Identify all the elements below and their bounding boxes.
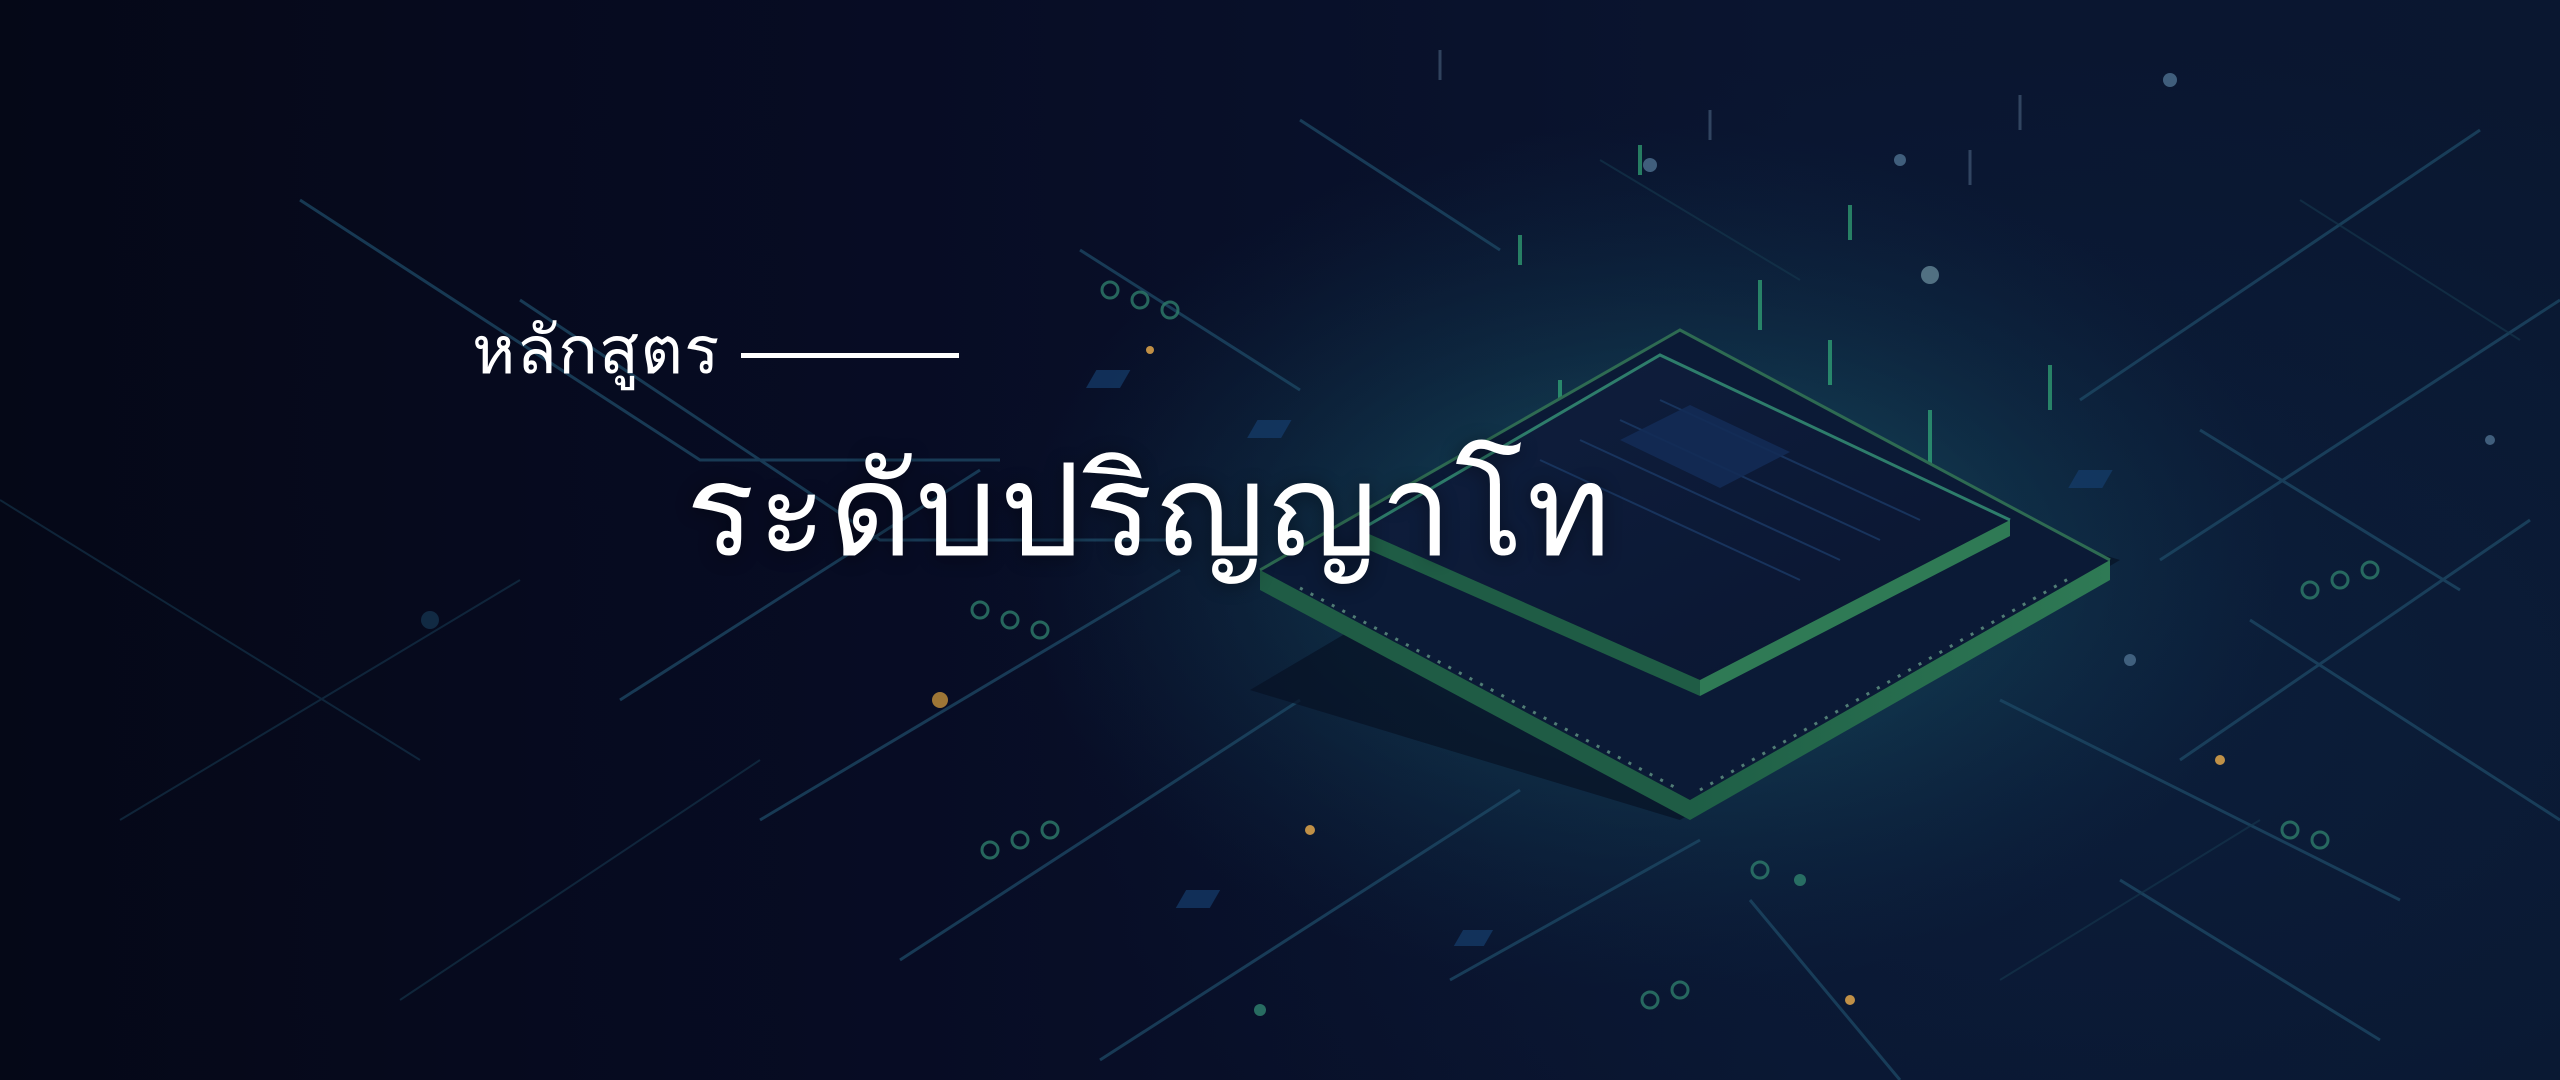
program-banner: หลักสูตร ระดับปริญญาโท [0, 0, 2560, 1080]
circuit-board-background [0, 50, 2560, 1080]
